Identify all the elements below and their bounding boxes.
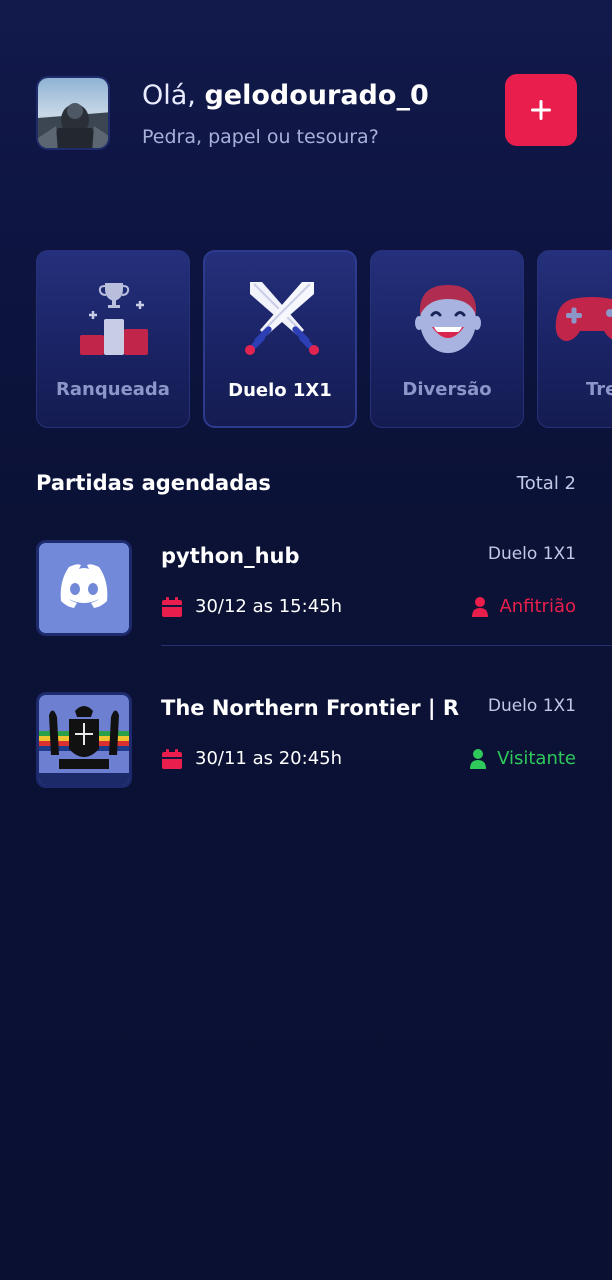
- match-role-host: Anfitrião: [471, 596, 576, 617]
- crossed-swords-icon: [245, 282, 319, 355]
- match-role-visitor: Visitante: [469, 748, 576, 769]
- category-card-diversao[interactable]: Diversão: [370, 250, 524, 428]
- scheduled-total: Total 2: [516, 473, 576, 494]
- match-date: 30/12 as 15:45h: [195, 596, 343, 617]
- section-title: Partidas agendadas: [36, 471, 271, 495]
- add-match-button[interactable]: [505, 74, 577, 146]
- category-card-duelo[interactable]: Duelo 1X1: [203, 250, 357, 428]
- person-icon: [470, 748, 487, 769]
- username: gelodourado_0: [204, 80, 429, 111]
- calendar-icon: [162, 749, 182, 769]
- plus-icon: [531, 100, 551, 120]
- gamepad-icon: [555, 297, 612, 341]
- category-label: Ranqueada: [56, 379, 170, 400]
- match-date: 30/11 as 20:45h: [195, 748, 343, 769]
- match-mode: Duelo 1X1: [487, 696, 576, 716]
- category-label: Diversão: [402, 379, 492, 400]
- greeting-subtitle: Pedra, papel ou tesoura?: [142, 126, 379, 148]
- category-label: Tre: [586, 379, 612, 400]
- category-card-treino[interactable]: Tre: [537, 250, 612, 428]
- greeting: Olá, gelodourado_0: [142, 80, 429, 111]
- avatar[interactable]: [36, 76, 110, 150]
- category-label: Duelo 1X1: [228, 380, 332, 401]
- category-card-ranqueada[interactable]: Ranqueada: [36, 250, 190, 428]
- match-server-name: The Northern Frontier | R...: [161, 696, 461, 720]
- row-divider: [161, 645, 612, 646]
- server-thumbnail: [36, 692, 132, 788]
- match-server-name: python_hub: [161, 544, 300, 568]
- app-screen: Olá, gelodourado_0 Pedra, papel ou tesou…: [0, 0, 612, 1280]
- coat-of-arms-logo: [39, 695, 129, 785]
- match-row[interactable]: The Northern Frontier | R... Duelo 1X1 3…: [36, 692, 576, 792]
- category-carousel[interactable]: Ranqueada Duelo 1X1 Diversão Tre: [36, 250, 612, 428]
- discord-icon: [39, 543, 129, 633]
- person-icon: [472, 596, 489, 617]
- match-row[interactable]: python_hub Duelo 1X1 30/12 as 15:45h Anf…: [36, 540, 576, 640]
- match-mode: Duelo 1X1: [487, 544, 576, 564]
- laughing-face-icon: [415, 285, 481, 353]
- podium-trophy-icon: [80, 283, 148, 355]
- match-role-label: Visitante: [497, 748, 576, 769]
- server-thumbnail: [36, 540, 132, 636]
- match-role-label: Anfitrião: [499, 596, 576, 617]
- calendar-icon: [162, 597, 182, 617]
- greeting-prefix: Olá,: [142, 80, 196, 111]
